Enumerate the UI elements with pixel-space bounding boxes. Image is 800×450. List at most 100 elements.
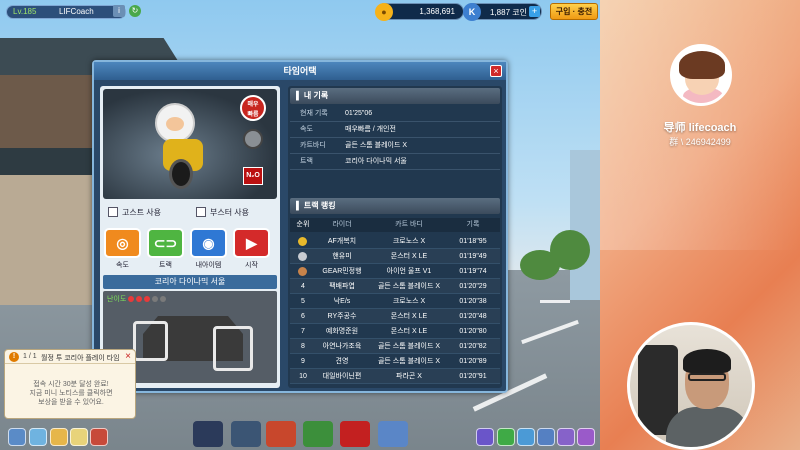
difficulty-indicator: 난이도 — [107, 294, 167, 304]
lap-time: 01'20"48 — [459, 313, 487, 320]
mini-notice[interactable]: ! 1 / 1 월정 투 코리아 플레이 타임 × 접속 시간 30분 달성 완… — [4, 349, 136, 419]
racer-name: 견영 — [335, 358, 349, 365]
n2o-icon[interactable]: N₂O — [243, 167, 263, 185]
difficulty-label: 난이도 — [107, 296, 127, 303]
start-icon: ▶ — [233, 228, 270, 258]
ranking-row[interactable]: AF개복치 크로노스 X 01'18"95 — [290, 234, 500, 249]
store-icon[interactable] — [303, 421, 333, 447]
kart-name: 아이언 울프 V1 — [386, 268, 432, 275]
record-row: 카트바디 골든 스톰 블레이드 X — [290, 138, 500, 154]
menu-icon[interactable] — [8, 428, 26, 446]
alert-icon[interactable] — [497, 428, 515, 446]
item-mode-button[interactable]: ◉ 내아이템 — [190, 228, 227, 276]
add-kcash-icon[interactable]: + — [529, 6, 540, 17]
ranking-row[interactable]: 9 견영 골든 스톰 블레이드 X 01'20"89 — [290, 354, 500, 369]
buy-charge-button[interactable]: 구입 · 충전 — [550, 3, 598, 20]
tower-decoration — [570, 150, 600, 300]
track-mode-button[interactable]: ⊂⊃ 트랙 — [147, 228, 184, 276]
kcash-icon: K — [463, 3, 481, 21]
ranking-icon[interactable] — [476, 428, 494, 446]
ranking-row[interactable]: 8 아연나가조육 골든 스톰 블레이드 X 01'20"82 — [290, 339, 500, 354]
refresh-icon[interactable]: ↻ — [129, 5, 141, 17]
item-mode-label: 내아이템 — [195, 262, 222, 269]
chat-icon[interactable] — [517, 428, 535, 446]
booster-option[interactable]: 부스터 사용 — [196, 206, 249, 218]
home-icon[interactable] — [29, 428, 47, 446]
track-mode-label: 트랙 — [159, 262, 172, 269]
kart-name: 파라곤 X — [396, 373, 422, 380]
mail-icon[interactable] — [50, 428, 68, 446]
speed-icon: ◎ — [104, 228, 141, 258]
rank-number: 4 — [301, 283, 305, 290]
road-line — [540, 300, 570, 303]
lap-time: 01'18"95 — [459, 238, 487, 245]
kart-name: 골든 스톰 블레이드 X — [377, 343, 441, 350]
stone-wall-decoration — [0, 175, 100, 305]
streamer-name: 导师 lifecoach — [663, 122, 737, 134]
toolbox-icon[interactable] — [340, 421, 370, 447]
notice-alert-icon: ! — [9, 352, 19, 362]
silver-medal-icon — [298, 252, 307, 261]
lap-time: 01'20"91 — [459, 373, 487, 380]
record-row: 속도 매우빠름 / 개인전 — [290, 122, 500, 138]
record-key: 속도 — [300, 126, 313, 133]
kart-setup-panel: 매우 빠름 N₂O 고스트 사용 부스터 사용 ◎ 속도 ⊂⊃ 트랙 ◉ 내아이… — [100, 86, 280, 388]
ranking-row[interactable]: 핸유미 몬스터 X LE 01'19"49 — [290, 249, 500, 264]
player-name: LIFCoach — [59, 7, 94, 16]
lap-time: 01'20"29 — [459, 283, 487, 290]
records-panel: ▌ 내 기록 현재 기록 01'25"06 속도 매우빠름 / 개인전 카트바디… — [288, 86, 502, 388]
booster-checkbox[interactable] — [196, 207, 206, 217]
notice-icon[interactable] — [70, 428, 88, 446]
racer-name: AF개복치 — [327, 238, 357, 245]
notice-close-button[interactable]: × — [125, 351, 131, 362]
kart-part-icon[interactable] — [243, 129, 263, 149]
notice-body: 접속 시간 30분 달성 완료! 지금 미니 노티스를 클릭하면 보상을 받을 … — [29, 381, 113, 406]
map-track-path — [213, 326, 253, 371]
racer-name: RY주공수 — [327, 313, 357, 320]
lap-time: 01'20"82 — [459, 343, 487, 350]
record-value: 코리아 다이나믹 서울 — [345, 158, 407, 165]
ranking-row[interactable]: 6 RY주공수 몬스터 X LE 01'20"48 — [290, 309, 500, 324]
search-icon[interactable] — [557, 428, 575, 446]
shop-icon[interactable] — [90, 428, 108, 446]
rank-number: 5 — [301, 298, 305, 305]
ghost-option[interactable]: 고스트 사용 — [108, 206, 161, 218]
tree-decoration — [550, 230, 590, 270]
record-key: 현재 기록 — [300, 110, 328, 117]
column-kart: 카트 바디 — [395, 221, 423, 228]
ranking-row[interactable]: GEAR민정행 아이언 울프 V1 01'19"74 — [290, 264, 500, 279]
club-icon[interactable] — [378, 421, 408, 447]
item-icon: ◉ — [190, 228, 227, 258]
road-line — [521, 319, 579, 345]
difficulty-dot — [136, 296, 143, 302]
kart-name: 골든 스톰 블레이드 X — [377, 283, 441, 290]
ranking-row[interactable]: 10 대일바이닌편 파라곤 X 01'20"91 — [290, 369, 500, 384]
ranking-row[interactable]: 7 예화명준원 몬스터 X LE 01'20"80 — [290, 324, 500, 339]
settings-icon[interactable] — [577, 428, 595, 446]
speedometer-icon[interactable] — [231, 421, 261, 447]
info-icon[interactable]: i — [113, 5, 125, 17]
notice-header: ! 1 / 1 월정 투 코리아 플레이 타임 × — [5, 350, 135, 364]
lap-time: 01'20"80 — [459, 328, 487, 335]
speed-mode-button[interactable]: ◎ 속도 — [104, 228, 141, 276]
record-row: 현재 기록 01'25"06 — [290, 106, 500, 122]
player-level-bar[interactable]: Lv.185 LIFCoach — [6, 5, 126, 19]
ranking-row[interactable]: 5 낙E/s 크로노스 X 01'20"38 — [290, 294, 500, 309]
booster-checkbox-label: 부스터 사용 — [210, 207, 250, 217]
ranking-row[interactable]: 4 팩배파엽 골든 스톰 블레이드 X 01'20"29 — [290, 279, 500, 294]
notice-page: 1 / 1 — [23, 353, 37, 360]
ghost-checkbox[interactable] — [108, 207, 118, 217]
kart-name: 크로노스 X — [392, 238, 426, 245]
lap-time: 01'20"89 — [459, 358, 487, 365]
friends-icon[interactable] — [537, 428, 555, 446]
webcam-feed — [627, 322, 755, 450]
race-flag-icon[interactable] — [193, 421, 223, 447]
notice-title: 월정 투 코리아 플레이 타임 — [41, 355, 120, 362]
difficulty-dot — [128, 296, 135, 302]
dialog-close-button[interactable]: × — [490, 65, 502, 77]
start-button[interactable]: ▶ 시작 — [233, 228, 270, 276]
ranking-header: ▌ 트랙 랭킹 — [290, 198, 500, 214]
garage-icon[interactable] — [266, 421, 296, 447]
coin-counter: ● 1,368,691 — [375, 3, 464, 21]
speed-badge[interactable]: 매우 빠름 — [240, 95, 266, 121]
